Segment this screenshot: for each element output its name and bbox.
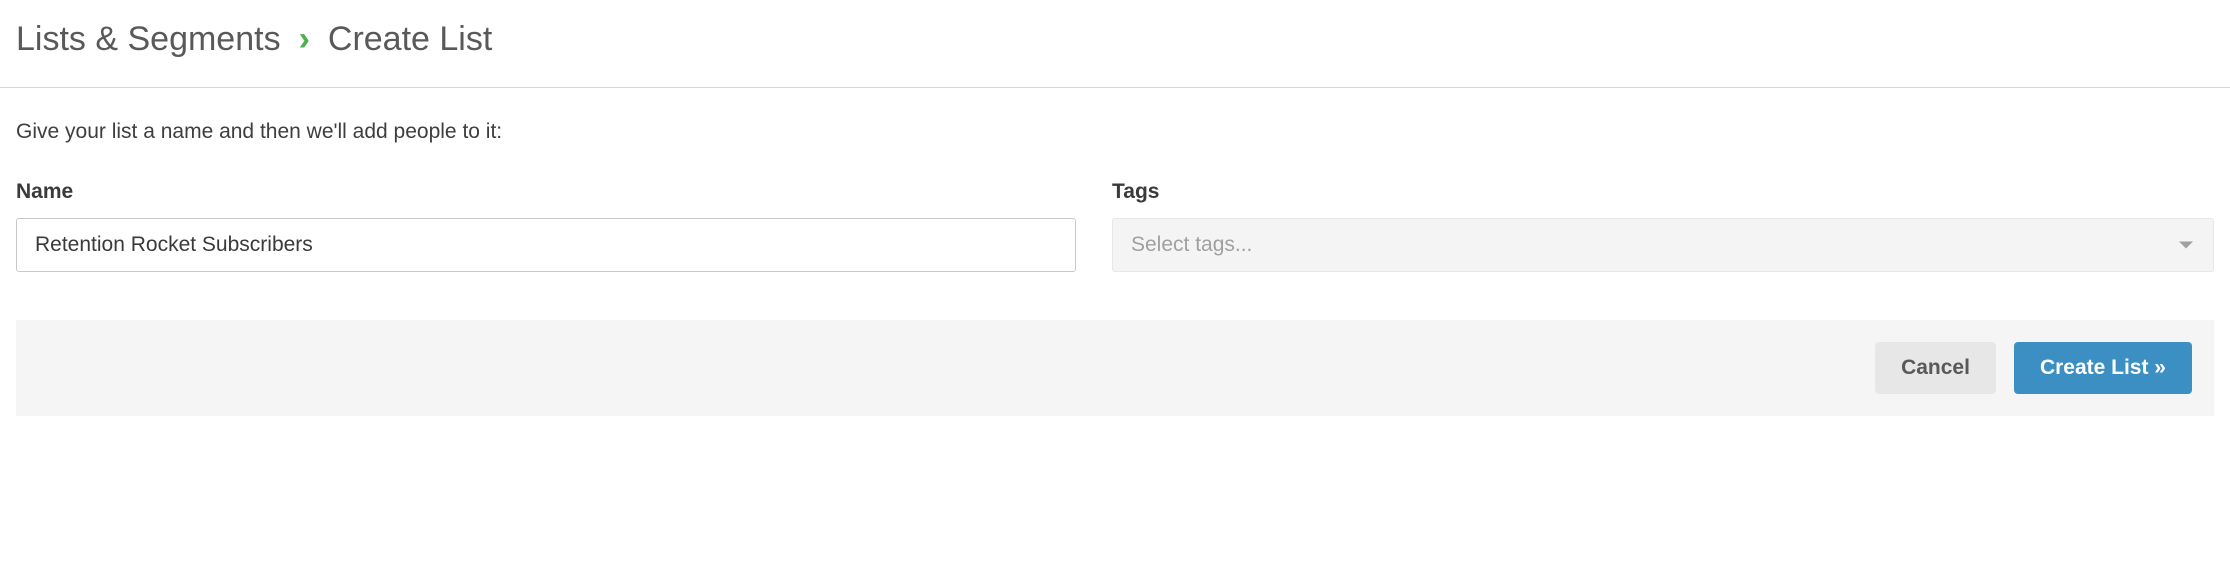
caret-down-icon (2179, 242, 2193, 249)
cancel-button[interactable]: Cancel (1875, 342, 1996, 394)
page-header: Lists & Segments › Create List (0, 0, 2230, 87)
tags-select[interactable]: Select tags... (1112, 218, 2214, 272)
name-input[interactable] (16, 218, 1076, 272)
name-label: Name (16, 180, 1076, 204)
chevron-right-icon: › (299, 20, 310, 59)
form-group-name: Name (16, 180, 1076, 272)
form-row: Name Tags Select tags... (0, 148, 2230, 272)
breadcrumb: Lists & Segments › Create List (16, 20, 2214, 59)
create-list-button[interactable]: Create List » (2014, 342, 2192, 394)
breadcrumb-parent-link[interactable]: Lists & Segments (16, 20, 281, 59)
tags-label: Tags (1112, 180, 2214, 204)
tags-placeholder: Select tags... (1131, 233, 1252, 257)
action-bar: Cancel Create List » (16, 320, 2214, 416)
breadcrumb-current: Create List (328, 20, 492, 59)
intro-text: Give your list a name and then we'll add… (0, 88, 2230, 148)
form-group-tags: Tags Select tags... (1112, 180, 2214, 272)
